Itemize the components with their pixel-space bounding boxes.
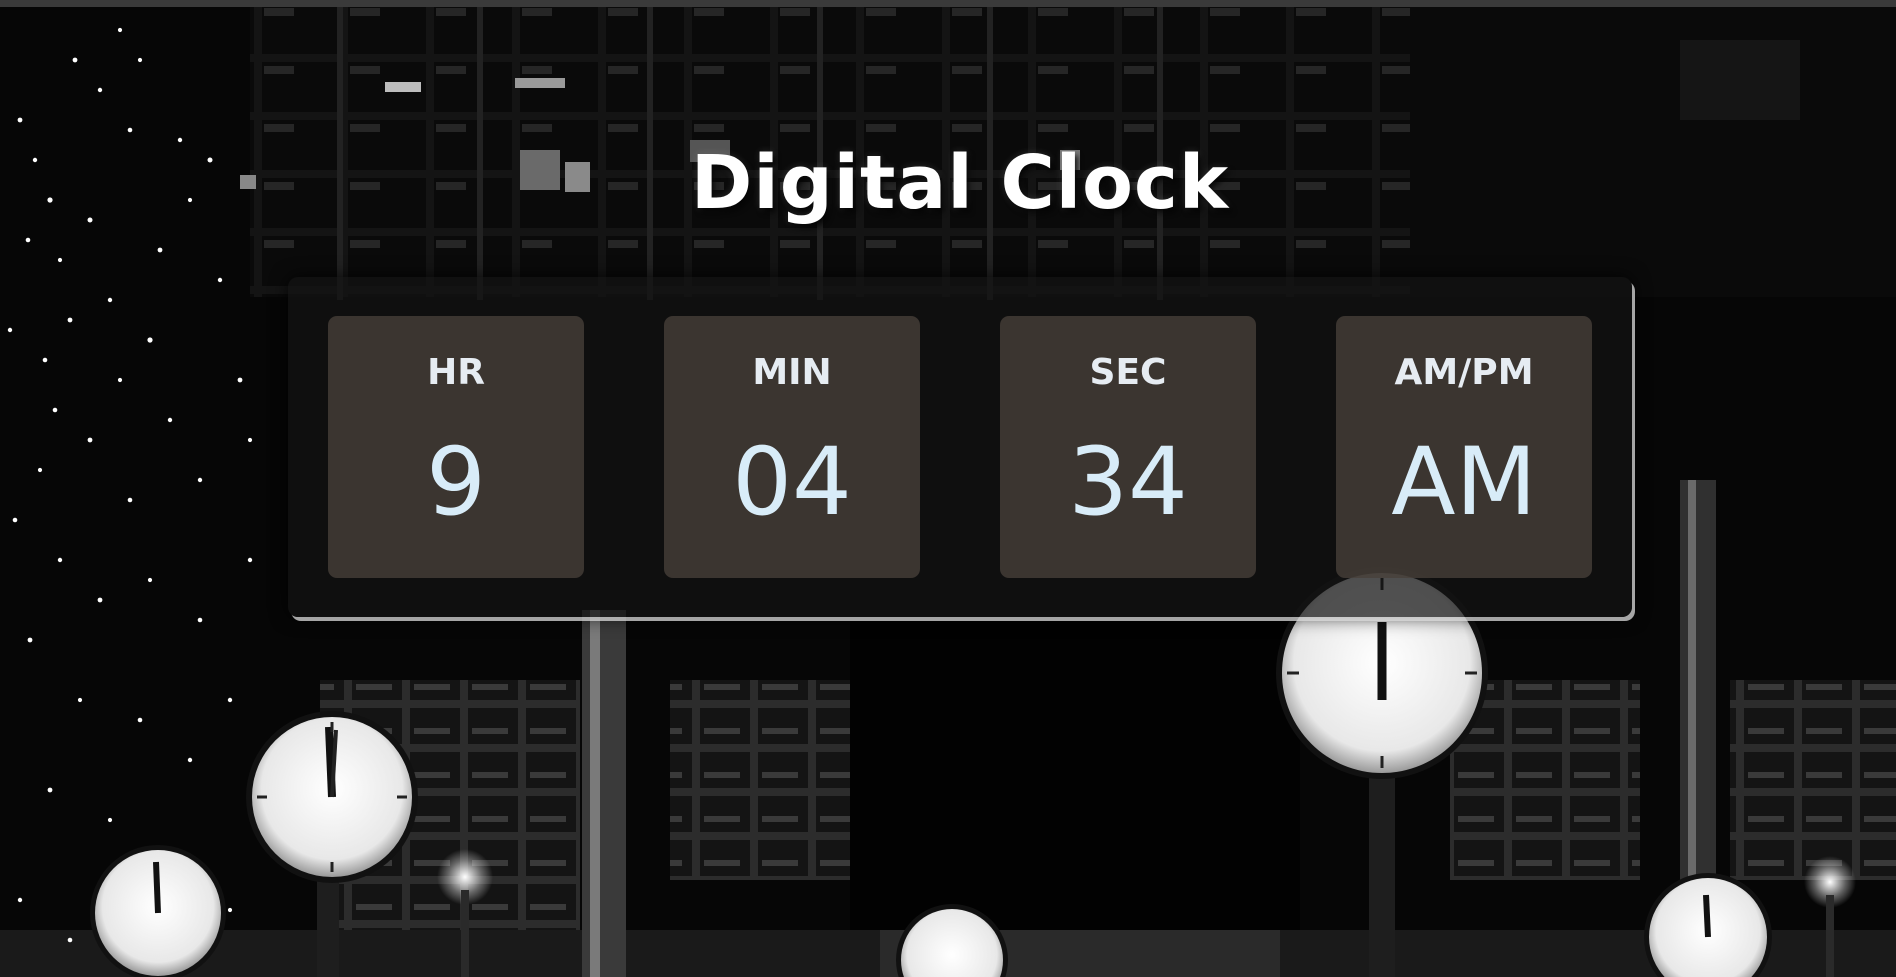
ampm-card: AM/PM AM [1336, 316, 1592, 578]
hours-card: HR 9 [328, 316, 584, 578]
clock-page: Digital Clock HR 9 MIN 04 SEC 34 AM/PM A… [0, 0, 1896, 977]
page-title: Digital Clock [690, 140, 1230, 226]
browser-top-strip [0, 0, 1896, 7]
minutes-card: MIN 04 [664, 316, 920, 578]
seconds-value: 34 [1068, 428, 1188, 537]
seconds-label: SEC [1089, 352, 1167, 393]
ampm-value: AM [1391, 428, 1537, 537]
seconds-card: SEC 34 [1000, 316, 1256, 578]
minutes-label: MIN [752, 352, 832, 393]
hours-label: HR [427, 352, 485, 393]
clock-panel: HR 9 MIN 04 SEC 34 AM/PM AM [288, 277, 1632, 617]
hours-value: 9 [426, 428, 486, 537]
minutes-value: 04 [732, 428, 852, 537]
ampm-label: AM/PM [1394, 352, 1534, 393]
